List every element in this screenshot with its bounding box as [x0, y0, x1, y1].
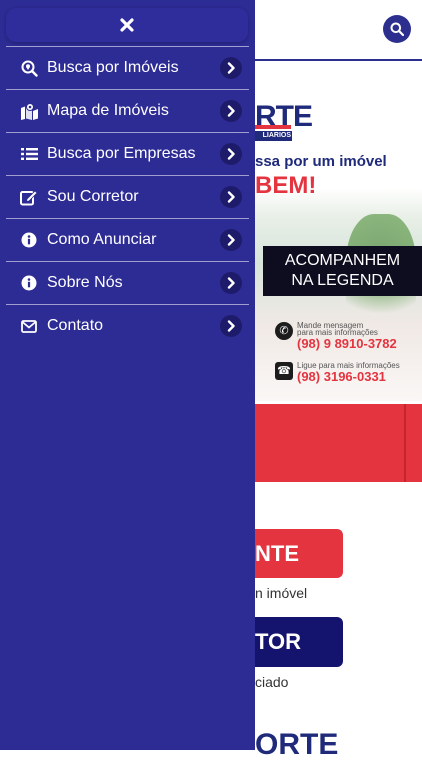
menu-item-sobre-nos[interactable]: Sobre Nós: [6, 261, 249, 304]
info-icon: [19, 230, 39, 250]
list-icon: [19, 144, 39, 164]
whatsapp-phone: (98) 9 8910-3782: [297, 336, 397, 351]
chevron-right-icon: [220, 57, 242, 79]
drawer-menu: Busca por Imóveis Mapa de Imóveis Busca …: [6, 46, 249, 347]
menu-item-label: Sobre Nós: [47, 274, 123, 291]
chevron-right-icon: [220, 229, 242, 251]
close-drawer-button[interactable]: [6, 8, 248, 42]
menu-item-sou-corretor[interactable]: Sou Corretor: [6, 175, 249, 218]
landline-phone: (98) 3196-0331: [297, 369, 386, 384]
menu-item-label: Contato: [47, 317, 104, 334]
banner-tagline: ssa por um imóvel: [255, 153, 387, 170]
logo-subtitle: LIARIOS: [255, 131, 292, 141]
chevron-right-icon: [220, 272, 242, 294]
red-cta-button[interactable]: NTE: [255, 529, 343, 578]
red-banner: [255, 404, 422, 482]
menu-item-mapa-imoveis[interactable]: Mapa de Imóveis: [6, 89, 249, 132]
menu-item-label: Sou Corretor: [47, 188, 139, 205]
banner-emphasis: BEM!: [255, 172, 317, 199]
menu-item-label: Busca por Empresas: [47, 145, 196, 162]
chevron-right-icon: [220, 143, 242, 165]
navy-cta-button[interactable]: TOR: [255, 617, 343, 667]
phone-icon: ☎: [275, 362, 293, 380]
menu-item-label: Busca por Imóveis: [47, 59, 179, 76]
chevron-right-icon: [220, 186, 242, 208]
header-divider: [255, 59, 422, 61]
map-marker-icon: [19, 101, 39, 121]
whatsapp-icon: ✆: [275, 322, 293, 340]
menu-item-contato[interactable]: Contato: [6, 304, 249, 347]
menu-item-busca-empresas[interactable]: Busca por Empresas: [6, 132, 249, 175]
menu-item-busca-imoveis[interactable]: Busca por Imóveis: [6, 46, 249, 89]
red-cta-caption: n imóvel: [255, 585, 308, 601]
search-button[interactable]: [383, 15, 411, 43]
legend-line-1: ACOMPANHEM: [284, 252, 401, 269]
envelope-icon: [19, 316, 39, 336]
legend-box: ACOMPANHEM NA LEGENDA: [263, 246, 422, 296]
chevron-right-icon: [220, 100, 242, 122]
search-icon: [390, 22, 404, 36]
logo-stripe: [255, 125, 291, 129]
side-drawer: Busca por Imóveis Mapa de Imóveis Busca …: [0, 0, 255, 750]
close-icon: [120, 18, 134, 32]
promo-banner[interactable]: RTE LIARIOS ssa por um imóvel BEM! ACOMP…: [255, 96, 422, 401]
info-icon: [19, 273, 39, 293]
edit-icon: [19, 187, 39, 207]
menu-item-label: Como Anunciar: [47, 231, 157, 248]
bottom-logo: ORTE: [255, 728, 339, 761]
legend-line-2: NA LEGENDA: [291, 272, 394, 289]
menu-item-como-anunciar[interactable]: Como Anunciar: [6, 218, 249, 261]
chevron-right-icon: [220, 315, 242, 337]
red-banner-divider: [404, 404, 406, 482]
search-location-icon: [19, 58, 39, 78]
menu-item-label: Mapa de Imóveis: [47, 102, 169, 119]
navy-cta-caption: ciado: [255, 674, 289, 690]
